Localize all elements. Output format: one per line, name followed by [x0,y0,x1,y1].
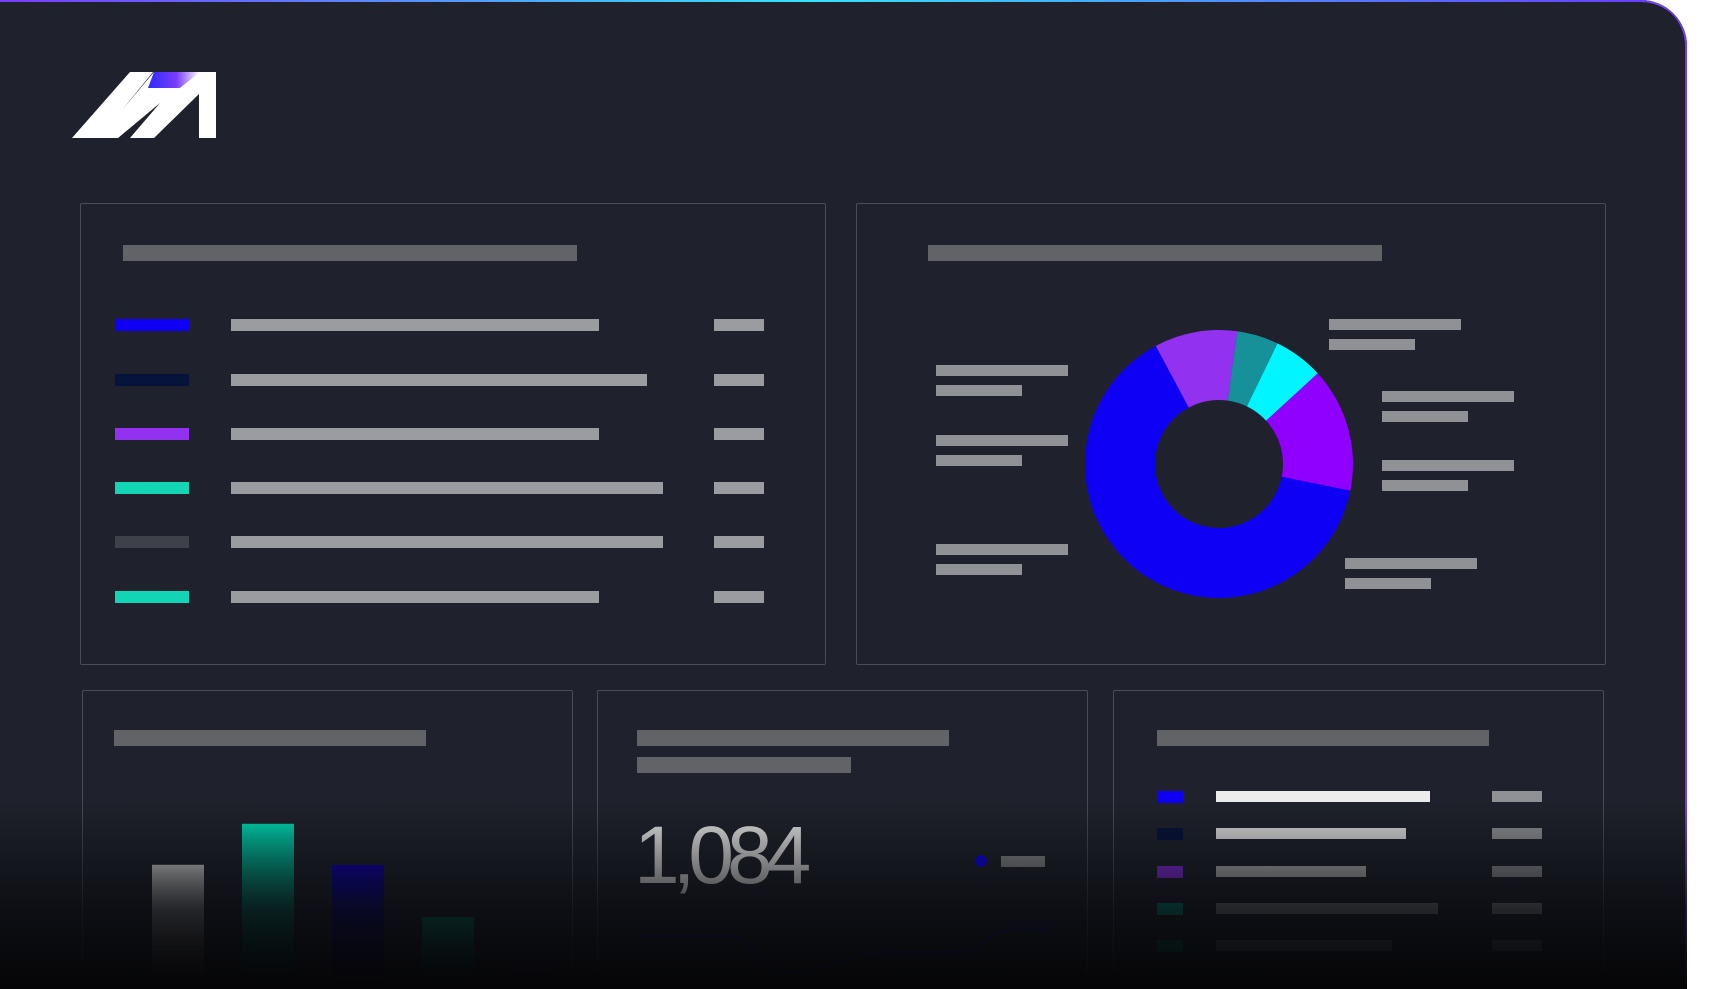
ranked-label-placeholder [1216,903,1438,914]
legend-value-placeholder [714,536,764,548]
legend-value-placeholder [714,374,764,386]
chart-label-placeholder [936,365,1068,376]
ranked-label-placeholder [1216,866,1366,877]
ranked-value-placeholder [1492,940,1542,951]
bar [152,864,204,989]
legend-swatch-teal [115,482,189,494]
ranked-label-placeholder [1216,828,1406,839]
chart-label-placeholder [936,385,1022,396]
ranked-label-placeholder [1216,791,1430,802]
ranked-swatch-purple [1157,866,1183,878]
series-label-placeholder [1001,856,1045,867]
metric-card: 1,084 [597,690,1088,989]
legend-label-placeholder [231,591,599,603]
legend-label-placeholder [231,428,599,440]
legend-label-placeholder [231,482,663,494]
ranked-value-placeholder [1492,903,1542,914]
legend-swatch-blue [115,319,189,331]
bar [422,917,474,989]
legend-value-placeholder [714,482,764,494]
legend-swatch-purple [115,428,189,440]
legend-label-placeholder [231,536,663,548]
legend-value-placeholder [714,428,764,440]
legend-swatch-navy [115,374,189,386]
card-title-placeholder [928,245,1382,261]
chart-label-placeholder [1382,391,1514,402]
bar [512,962,550,989]
chart-label-placeholder [1382,480,1468,491]
card-title-placeholder [637,730,949,746]
ranked-value-placeholder [1492,828,1542,839]
ranked-swatch-teal [1157,903,1183,915]
ranked-value-placeholder [1492,866,1542,877]
legend-value-placeholder [714,319,764,331]
chart-label-placeholder [936,564,1022,575]
legend-label-placeholder [231,319,599,331]
chart-label-placeholder [1345,558,1477,569]
card-title-placeholder [123,245,577,261]
ranked-swatch-blue [1157,791,1183,803]
series-dot [975,855,987,867]
bar-chart [152,823,550,989]
legend-value-placeholder [714,591,764,603]
chart-label-placeholder [936,435,1068,446]
chart-label-placeholder [936,544,1068,555]
sparkline [637,928,1052,974]
card-title-placeholder [1157,730,1489,746]
brand-logo-icon [72,72,216,138]
legend-label-placeholder [231,374,647,386]
chart-label-placeholder [1382,460,1514,471]
card-title-placeholder [114,730,426,746]
ranked-list-card [1113,690,1604,989]
chart-label-placeholder [1382,411,1468,422]
legend-list-card [80,203,826,665]
ranked-label-placeholder [1216,940,1392,951]
donut-chart-card [856,203,1606,665]
bar-chart-card [82,690,573,989]
ranked-value-placeholder [1492,791,1542,802]
ranked-swatch-navy [1157,828,1183,840]
card-subtitle-placeholder [637,757,851,773]
ranked-swatch-dark-teal [1157,940,1183,952]
legend-swatch-teal [115,591,189,603]
dashboard-window: 1,084 [0,0,1687,989]
metric-value: 1,084 [634,810,811,901]
bar [332,864,384,989]
bar [242,823,294,989]
donut-chart [1085,330,1353,598]
legend-swatch-gray [115,536,189,548]
chart-label-placeholder [936,455,1022,466]
